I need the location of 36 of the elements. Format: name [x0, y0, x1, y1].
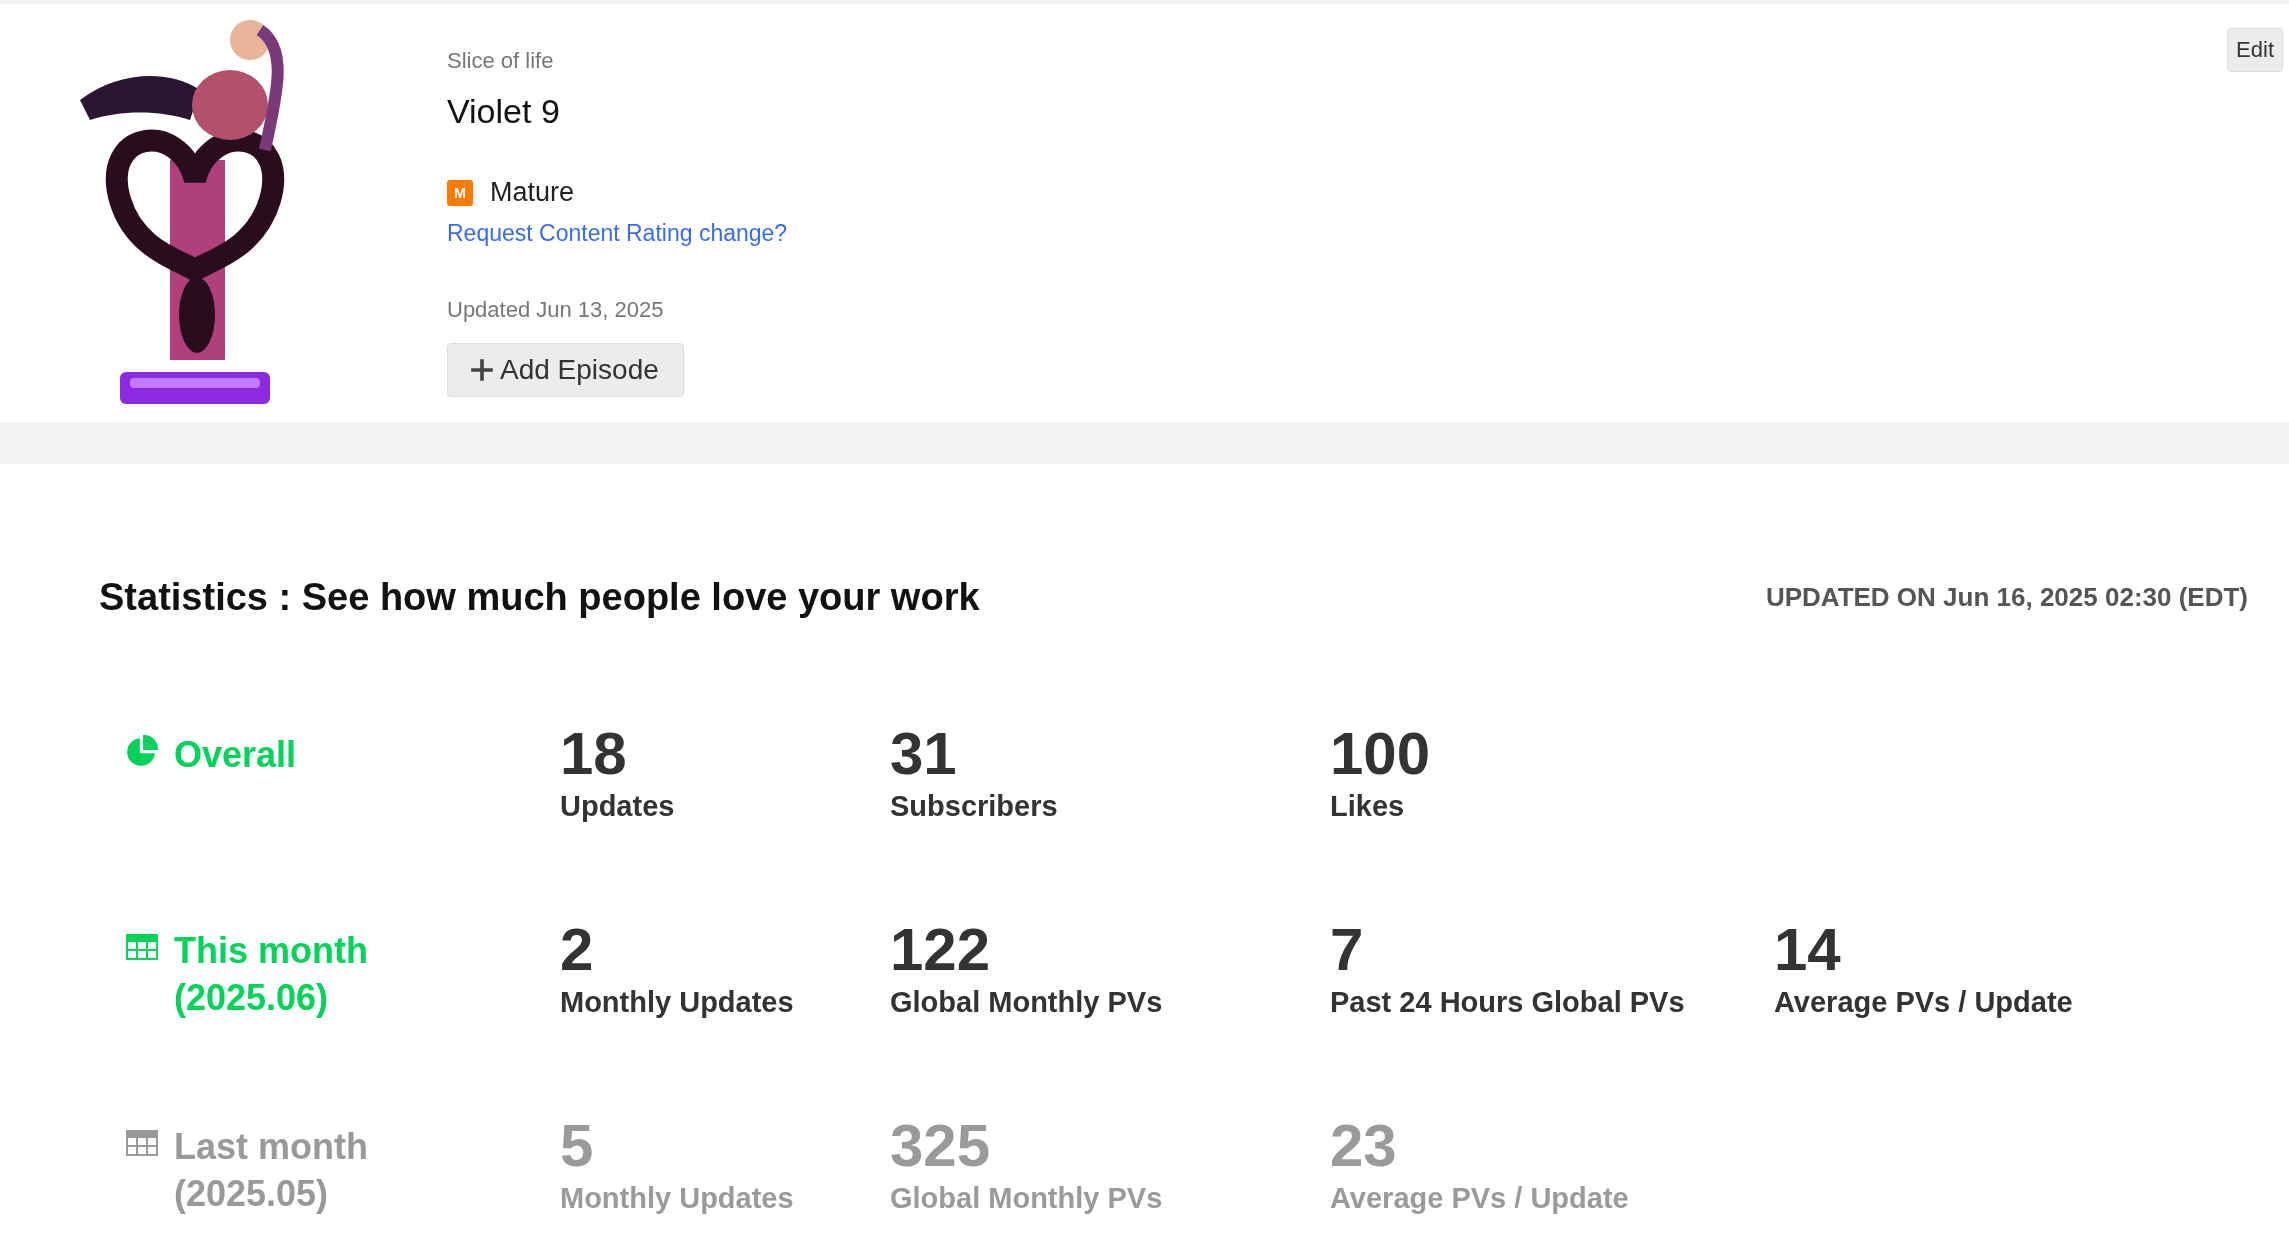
stat-value: 100 [1330, 724, 1431, 784]
stat-label: Global Monthly PVs [890, 986, 1163, 1019]
stat-value: 14 [1774, 920, 1841, 980]
updated-date: Updated Jun 13, 2025 [447, 297, 664, 323]
rating-badge: M [447, 179, 473, 206]
stat-value: 122 [890, 920, 991, 980]
stat-value: 5 [560, 1116, 594, 1176]
stat-label: Monthly Updates [560, 986, 794, 1019]
add-episode-button[interactable]: Add Episode [447, 343, 684, 397]
period-date: (2025.05) [174, 1171, 329, 1216]
stat-value: 18 [560, 724, 627, 784]
stat-label: Average PVs / Update [1330, 1182, 1629, 1215]
stat-value: 23 [1330, 1116, 1397, 1176]
rating-label: Mature [490, 177, 575, 208]
stat-label: Past 24 Hours Global PVs [1330, 986, 1685, 1019]
stat-value: 2 [560, 920, 594, 980]
stat-value: 325 [890, 1116, 991, 1176]
stat-label: Subscribers [890, 790, 1058, 823]
period-label: Last month [174, 1125, 368, 1169]
stat-label: Global Monthly PVs [890, 1182, 1163, 1215]
period-date: (2025.06) [174, 975, 329, 1020]
series-title: Violet 9 [447, 92, 560, 131]
stat-value: 7 [1330, 920, 1364, 980]
rating-change-link[interactable]: Request Content Rating change? [447, 220, 788, 247]
period-label: This month [174, 929, 368, 973]
stat-label: Updates [560, 790, 675, 823]
stat-label: Likes [1330, 790, 1405, 823]
updated-on-label: UPDATED ON Jun 16, 2025 02:30 (EDT) [1765, 582, 2248, 613]
stat-label: Monthly Updates [560, 1182, 794, 1215]
stat-label: Average PVs / Update [1774, 986, 2073, 1019]
period-label: Overall [174, 733, 297, 777]
statistics-heading: Statistics : See how much people love your work [99, 576, 980, 619]
stat-value: 31 [890, 724, 957, 784]
plus-icon [470, 358, 494, 382]
genre-label: Slice of life [447, 48, 554, 74]
edit-button[interactable]: Edit [2227, 28, 2283, 72]
